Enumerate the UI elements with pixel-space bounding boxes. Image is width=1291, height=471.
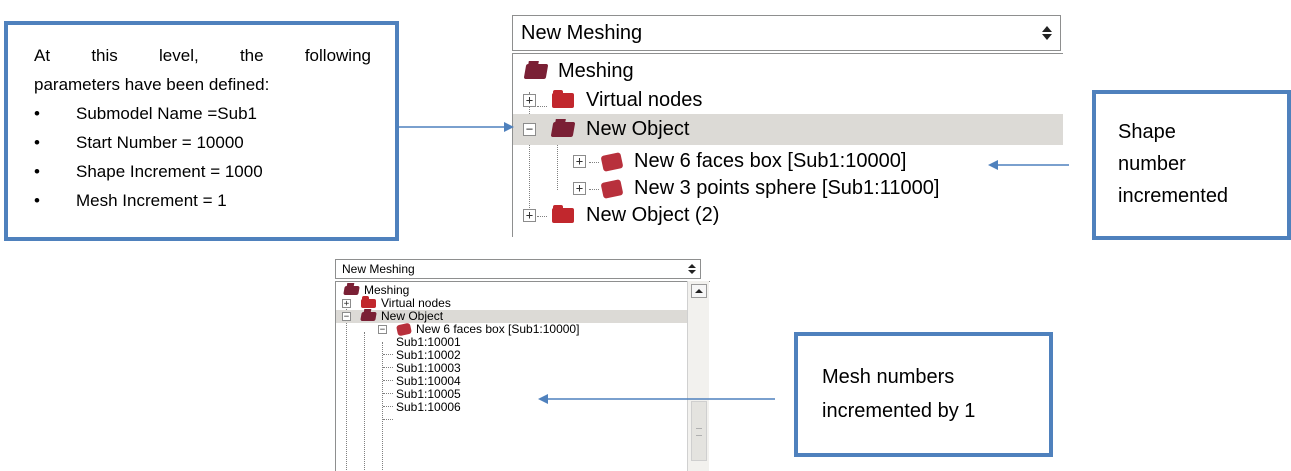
callout-arrows [399,122,1069,404]
